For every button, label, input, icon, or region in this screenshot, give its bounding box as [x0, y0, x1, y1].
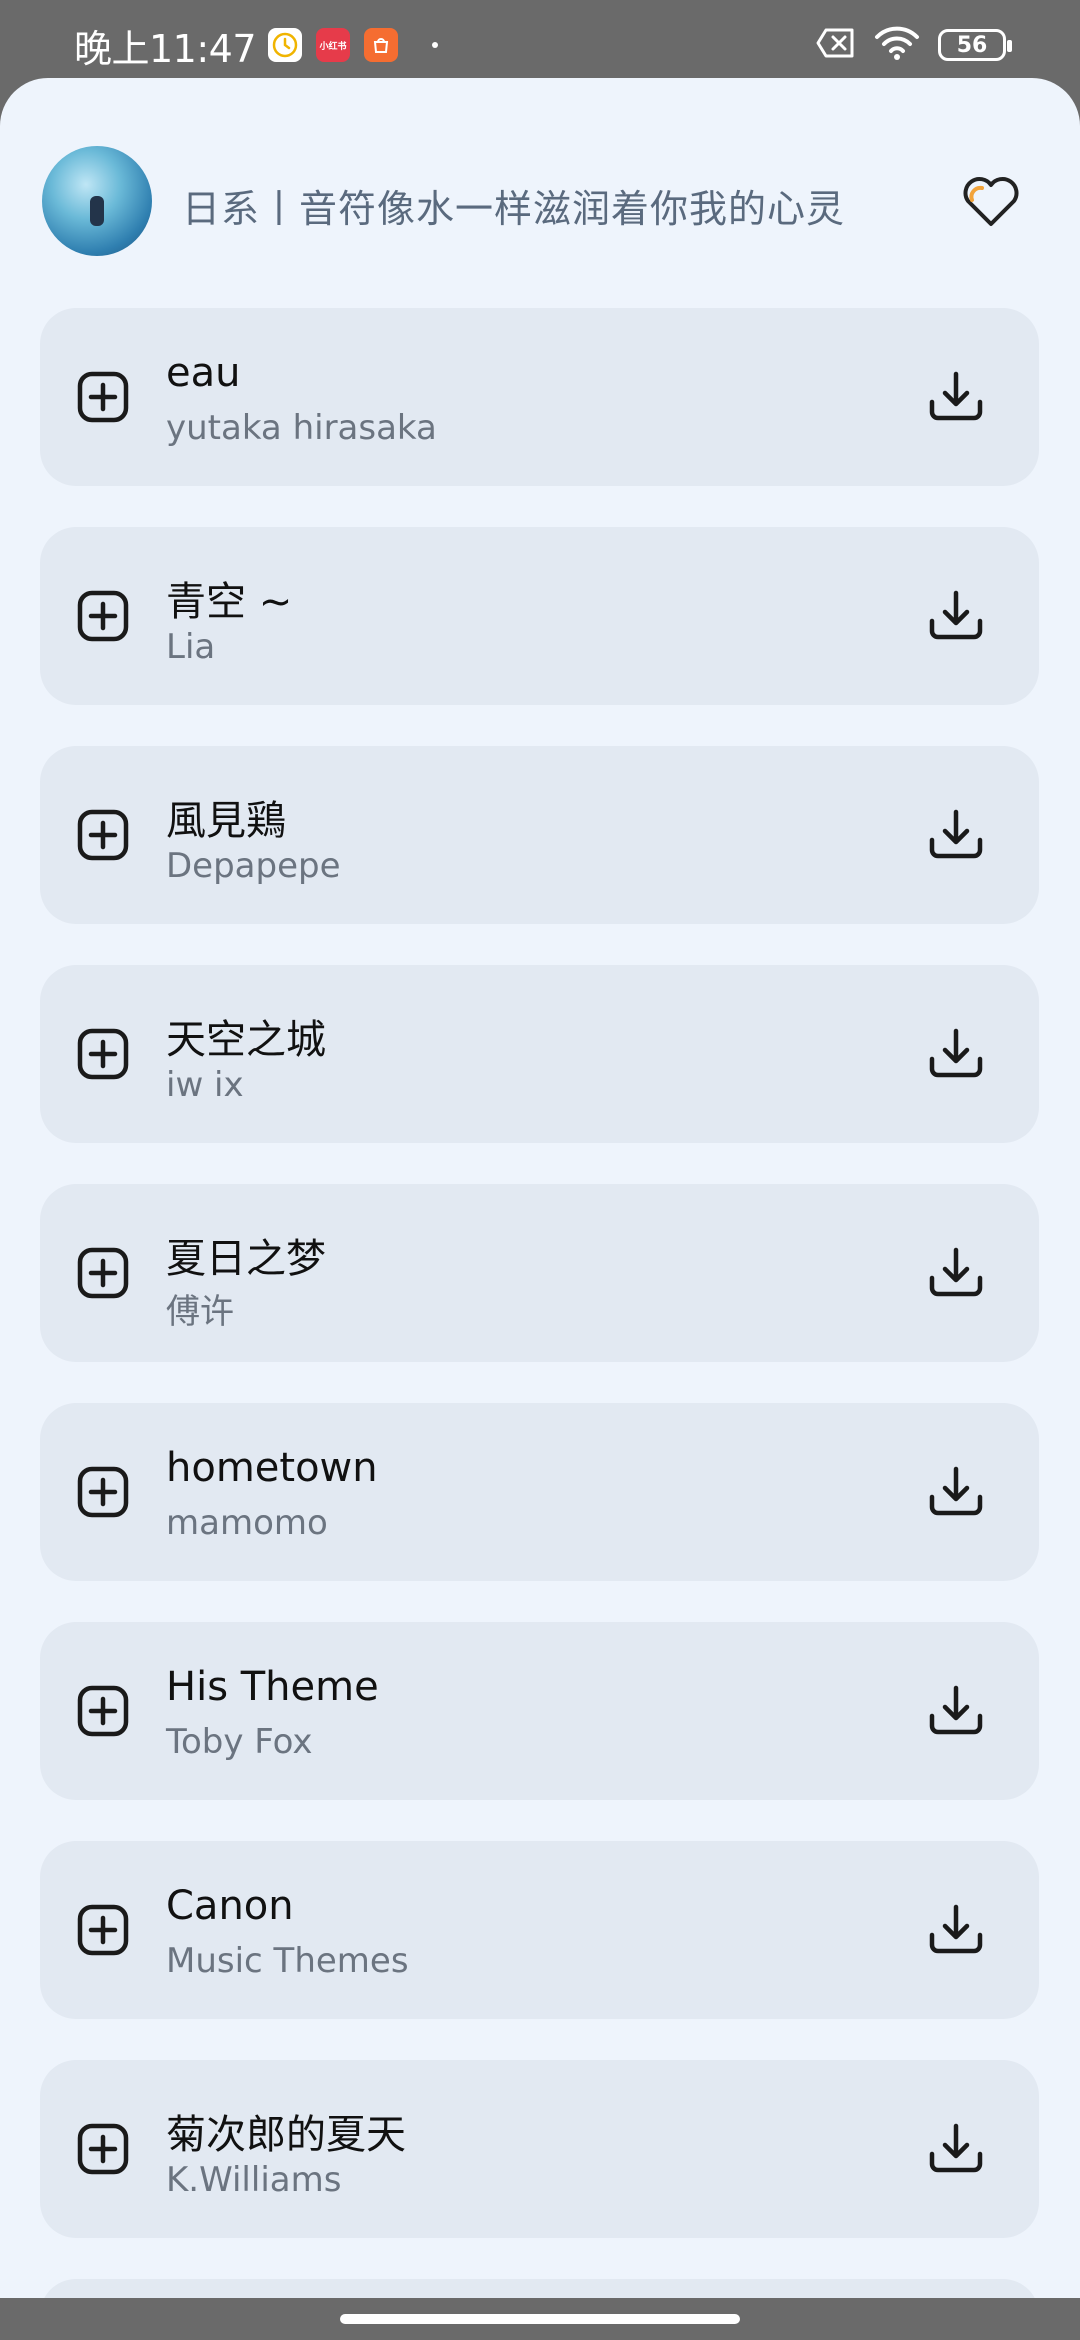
song-title: 菊次郎的夏天 — [166, 2112, 406, 2158]
add-square-icon[interactable] — [76, 1027, 130, 1081]
song-title: eau — [166, 350, 241, 396]
add-square-icon[interactable] — [76, 370, 130, 424]
song-card[interactable]: Canon Music Themes — [40, 1841, 1039, 2019]
download-icon[interactable] — [926, 366, 986, 426]
download-icon[interactable] — [926, 2118, 986, 2178]
song-title: 天空之城 — [166, 1017, 326, 1063]
download-icon[interactable] — [926, 804, 986, 864]
add-square-icon[interactable] — [76, 1903, 130, 1957]
playlist-cover[interactable] — [42, 146, 152, 256]
battery-indicator: 56 — [938, 29, 1012, 61]
playlist-title: 日系丨音符像水一样滋润着你我的心灵 — [182, 187, 846, 231]
song-artist: mamomo — [166, 1503, 328, 1543]
song-artist: K.Williams — [166, 2160, 342, 2200]
song-title: 風見鶏 — [166, 798, 286, 844]
no-sim-icon — [816, 27, 856, 63]
more-notifications-dot — [432, 42, 439, 48]
status-time: 晚上11:47 — [74, 26, 257, 71]
heart-icon[interactable] — [962, 176, 1020, 228]
status-bar: 晚上11:47 小红书 56 — [0, 0, 1080, 90]
home-indicator[interactable] — [340, 2314, 740, 2324]
song-artist: 傅许 — [166, 1292, 234, 1332]
song-card[interactable]: 青空 ~ Lia — [40, 527, 1039, 705]
playlist-header: 日系丨音符像水一样滋润着你我的心灵 — [0, 78, 1080, 278]
add-square-icon[interactable] — [76, 1465, 130, 1519]
download-icon[interactable] — [926, 1680, 986, 1740]
song-title: hometown — [166, 1445, 378, 1491]
song-artist: iw ix — [166, 1065, 244, 1105]
song-artist: yutaka hirasaka — [166, 408, 437, 448]
song-card[interactable]: 風見鶏 Depapepe — [40, 746, 1039, 924]
clock-app-icon — [268, 28, 303, 62]
song-card-partial[interactable] — [40, 2279, 1039, 2298]
wifi-icon — [874, 26, 920, 64]
song-card[interactable]: His Theme Toby Fox — [40, 1622, 1039, 1800]
notification-icons: 小红书 — [268, 28, 439, 62]
add-square-icon[interactable] — [76, 808, 130, 862]
download-icon[interactable] — [926, 1023, 986, 1083]
download-icon[interactable] — [926, 585, 986, 645]
playlist-sheet: 日系丨音符像水一样滋润着你我的心灵 eau yutaka hirasaka 青空… — [0, 78, 1080, 2298]
song-card[interactable]: 菊次郎的夏天 K.Williams — [40, 2060, 1039, 2238]
add-square-icon[interactable] — [76, 2122, 130, 2176]
song-card[interactable]: hometown mamomo — [40, 1403, 1039, 1581]
add-square-icon[interactable] — [76, 1684, 130, 1738]
add-square-icon[interactable] — [76, 589, 130, 643]
song-card[interactable]: 夏日之梦 傅许 — [40, 1184, 1039, 1362]
song-artist: Lia — [166, 627, 216, 667]
download-icon[interactable] — [926, 1242, 986, 1302]
song-artist: Toby Fox — [166, 1722, 313, 1762]
shopping-app-icon — [364, 28, 399, 62]
song-artist: Music Themes — [166, 1941, 409, 1981]
download-icon[interactable] — [926, 1461, 986, 1521]
song-card[interactable]: eau yutaka hirasaka — [40, 308, 1039, 486]
song-title: 青空 ~ — [166, 579, 293, 625]
navigation-bar — [0, 2298, 1080, 2340]
xiaohongshu-app-icon: 小红书 — [316, 28, 351, 62]
song-title: His Theme — [166, 1664, 379, 1710]
song-title: Canon — [166, 1883, 294, 1929]
download-icon[interactable] — [926, 1899, 986, 1959]
add-square-icon[interactable] — [76, 1246, 130, 1300]
song-card[interactable]: 天空之城 iw ix — [40, 965, 1039, 1143]
song-artist: Depapepe — [166, 846, 341, 886]
song-title: 夏日之梦 — [166, 1236, 326, 1282]
